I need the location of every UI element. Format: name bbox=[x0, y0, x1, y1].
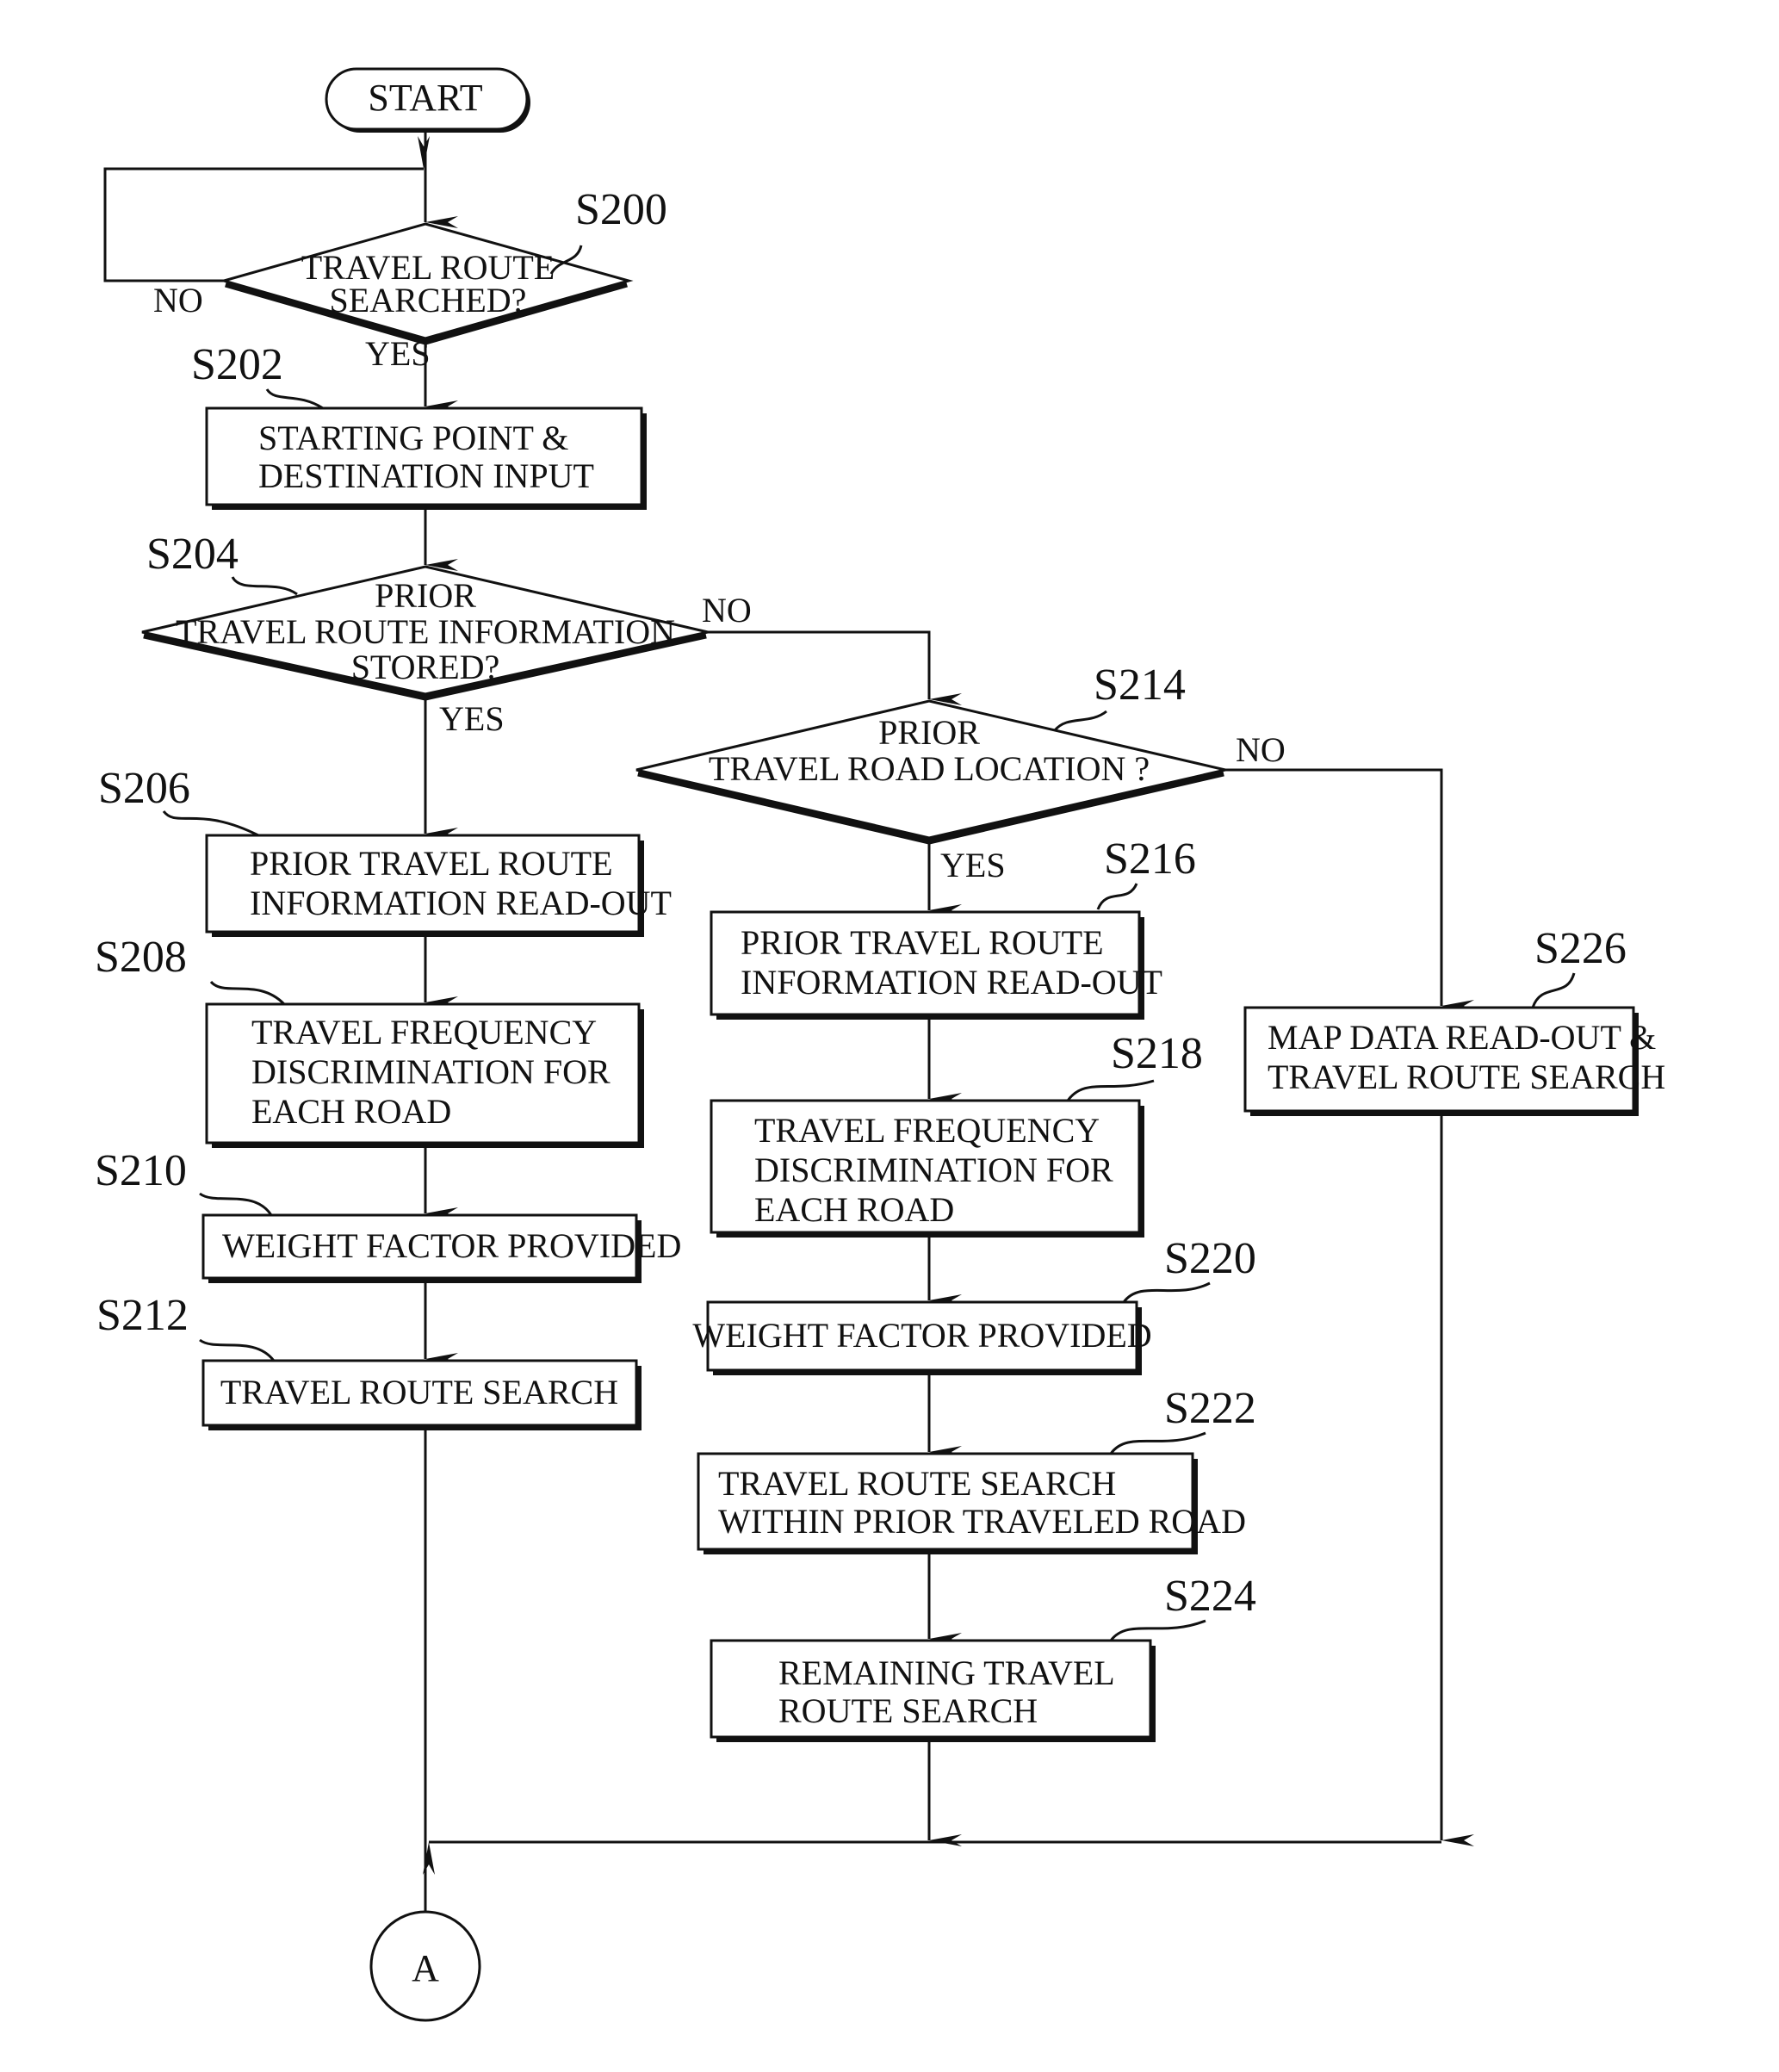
s226-line-2: TRAVEL ROUTE SEARCH bbox=[1268, 1058, 1665, 1096]
s222-line-1: TRAVEL ROUTE SEARCH bbox=[718, 1464, 1116, 1503]
s218-step-label: S218 bbox=[1111, 1029, 1203, 1078]
s204-line-2: TRAVEL ROUTE INFORMATION bbox=[176, 612, 675, 651]
arrow-s214-no bbox=[1225, 768, 1474, 1012]
s220-line-1: WEIGHT FACTOR PROVIDED bbox=[692, 1316, 1151, 1355]
s224-line-2: ROUTE SEARCH bbox=[778, 1691, 1038, 1730]
s202-step-label: S202 bbox=[191, 340, 283, 389]
s214-yes-label: YES bbox=[940, 846, 1006, 884]
process-s212: TRAVEL ROUTE SEARCH S212 bbox=[96, 1291, 642, 1430]
start-terminal: START bbox=[325, 67, 530, 133]
s220-step-label: S220 bbox=[1164, 1234, 1256, 1283]
s208-step-label: S208 bbox=[95, 933, 187, 982]
s206-step-label: S206 bbox=[98, 764, 190, 813]
connector-a-label: A bbox=[412, 1947, 439, 1989]
flowchart: START TRAVEL ROUTE SEARCHED? S200 NO YES bbox=[95, 67, 1665, 2022]
s206-line-2: INFORMATION READ-OUT bbox=[250, 884, 672, 922]
start-label: START bbox=[368, 77, 482, 119]
s212-step-label: S212 bbox=[96, 1291, 189, 1340]
s208-line-1: TRAVEL FREQUENCY bbox=[251, 1013, 597, 1052]
s212-line-1: TRAVEL ROUTE SEARCH bbox=[220, 1373, 618, 1411]
s216-step-label: S216 bbox=[1104, 834, 1196, 884]
s204-line-3: STORED? bbox=[351, 648, 500, 686]
s200-line-2: SEARCHED? bbox=[330, 281, 527, 319]
process-s208: TRAVEL FREQUENCY DISCRIMINATION FOR EACH… bbox=[95, 933, 644, 1148]
arrow-s204-no bbox=[708, 630, 962, 705]
s218-line-2: DISCRIMINATION FOR bbox=[754, 1151, 1113, 1189]
s204-step-label: S204 bbox=[146, 530, 239, 579]
s208-line-3: EACH ROAD bbox=[251, 1092, 451, 1131]
process-s224: REMAINING TRAVEL ROUTE SEARCH S224 bbox=[710, 1572, 1256, 1742]
s218-line-3: EACH ROAD bbox=[754, 1190, 954, 1229]
s214-line-1: PRIOR bbox=[878, 713, 980, 752]
s200-yes-label: YES bbox=[365, 334, 431, 373]
s202-line-1: STARTING POINT & bbox=[258, 419, 568, 457]
s210-line-1: WEIGHT FACTOR PROVIDED bbox=[222, 1226, 681, 1265]
s214-line-2: TRAVEL ROAD LOCATION ? bbox=[709, 749, 1150, 788]
process-s218: TRAVEL FREQUENCY DISCRIMINATION FOR EACH… bbox=[710, 1029, 1203, 1238]
s214-no-label: NO bbox=[1236, 730, 1286, 769]
s210-step-label: S210 bbox=[95, 1146, 187, 1195]
s206-line-1: PRIOR TRAVEL ROUTE bbox=[250, 844, 613, 883]
process-s226: MAP DATA READ-OUT & TRAVEL ROUTE SEARCH … bbox=[1243, 924, 1665, 1116]
s226-step-label: S226 bbox=[1534, 924, 1627, 973]
s214-step-label: S214 bbox=[1094, 661, 1186, 710]
process-s210: WEIGHT FACTOR PROVIDED S210 bbox=[95, 1146, 681, 1283]
s222-step-label: S222 bbox=[1164, 1384, 1256, 1433]
s200-step-label: S200 bbox=[575, 185, 667, 234]
s204-no-label: NO bbox=[702, 591, 752, 630]
s216-line-2: INFORMATION READ-OUT bbox=[741, 963, 1162, 1002]
s208-line-2: DISCRIMINATION FOR bbox=[251, 1052, 611, 1091]
s224-step-label: S224 bbox=[1164, 1572, 1256, 1621]
s204-yes-label: YES bbox=[439, 699, 505, 738]
s216-line-1: PRIOR TRAVEL ROUTE bbox=[741, 923, 1104, 962]
process-s206: PRIOR TRAVEL ROUTE INFORMATION READ-OUT … bbox=[98, 764, 672, 937]
s202-line-2: DESTINATION INPUT bbox=[258, 456, 594, 495]
s200-no-label: NO bbox=[153, 281, 203, 319]
s224-line-1: REMAINING TRAVEL bbox=[778, 1653, 1115, 1692]
s204-line-1: PRIOR bbox=[375, 576, 476, 615]
connector-a: A bbox=[369, 1910, 481, 2022]
s226-line-1: MAP DATA READ-OUT & bbox=[1268, 1018, 1656, 1057]
process-s222: TRAVEL ROUTE SEARCH WITHIN PRIOR TRAVELE… bbox=[697, 1384, 1256, 1554]
process-s220: WEIGHT FACTOR PROVIDED S220 bbox=[692, 1234, 1256, 1375]
decision-s204: PRIOR TRAVEL ROUTE INFORMATION STORED? S… bbox=[141, 530, 752, 738]
s218-line-1: TRAVEL FREQUENCY bbox=[754, 1111, 1100, 1150]
s222-line-2: WITHIN PRIOR TRAVELED ROAD bbox=[718, 1502, 1246, 1541]
